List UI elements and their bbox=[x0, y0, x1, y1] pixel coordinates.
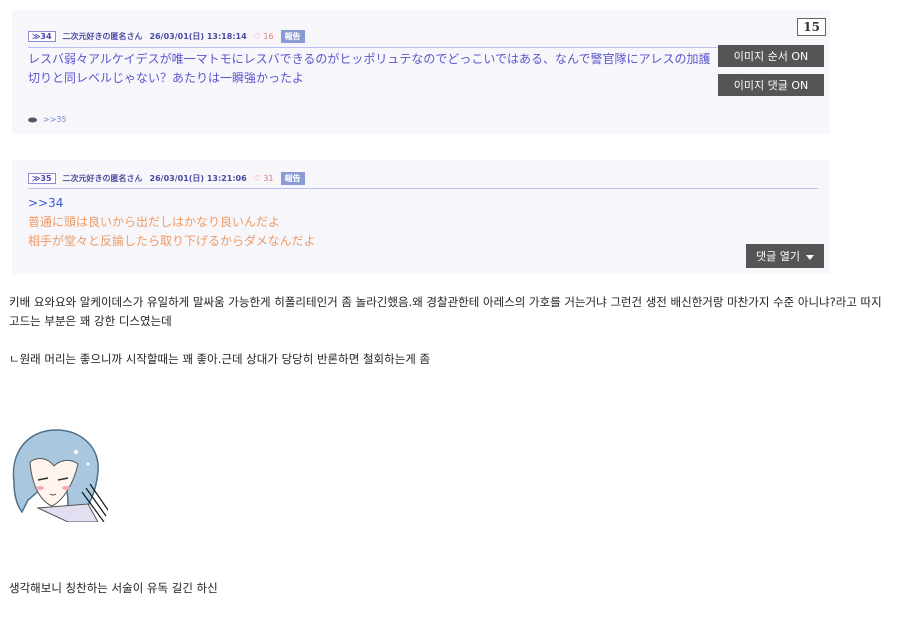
reply-footer: >>35 bbox=[28, 115, 67, 124]
post-screenshot-35: ≫35 二次元好きの匿名さん 26/03/01(日) 13:21:06 ♡ 31… bbox=[12, 160, 830, 274]
post-header: ≫35 二次元好きの匿名さん 26/03/01(日) 13:21:06 ♡ 31… bbox=[28, 172, 305, 185]
poster-name: 二次元好きの匿名さん bbox=[62, 174, 143, 183]
report-button[interactable]: 報告 bbox=[280, 172, 305, 185]
post-line: 相手が堂々と反論したら取り下げるからダメなんだよ bbox=[28, 234, 316, 248]
like-count[interactable]: ♡ 31 bbox=[254, 174, 274, 183]
post-line: レスバ弱々アルケイデスが唯一マトモにレスバできるのがヒッポリュテなのでどっこいで… bbox=[28, 52, 711, 66]
post-datetime: 26/03/01(日) 13:18:14 bbox=[149, 32, 247, 41]
divider bbox=[28, 188, 818, 189]
image-order-toggle[interactable]: 이미지 순서 ON bbox=[718, 45, 824, 67]
poster-name: 二次元好きの匿名さん bbox=[62, 32, 143, 41]
body-paragraph: 생각해보니 칭찬하는 서술이 유독 길긴 하신 bbox=[9, 581, 218, 595]
post-body: >>34 普通に頭は良いから出だしはかなり良いんだよ 相手が堂々と反論したら取り… bbox=[28, 194, 316, 251]
post-line: 切りと同レベルじゃない？あたりは一瞬強かったよ bbox=[28, 71, 305, 85]
post-line: 普通に頭は良いから出だしはかなり良いんだよ bbox=[28, 215, 281, 229]
like-count[interactable]: ♡ 16 bbox=[254, 32, 274, 41]
body-paragraph: ㄴ원래 머리는 좋으니까 시작할때는 꽤 좋아.근데 상대가 당당히 반론하면 … bbox=[9, 352, 431, 366]
caret-down-icon bbox=[806, 254, 814, 260]
body-paragraph: 키배 요와요와 알케이데스가 유일하게 말싸움 가능한게 히폴리테인거 좀 놀라… bbox=[9, 295, 882, 328]
open-comments-button[interactable]: 댓글 열기 bbox=[746, 244, 824, 268]
res-number[interactable]: ≫34 bbox=[28, 31, 56, 42]
image-counter: 15 bbox=[797, 18, 826, 36]
anime-character-image bbox=[12, 429, 108, 522]
report-button[interactable]: 報告 bbox=[280, 30, 305, 43]
post-header: ≫34 二次元好きの匿名さん 26/03/01(日) 13:18:14 ♡ 16… bbox=[28, 30, 305, 43]
reply-link[interactable]: >>35 bbox=[43, 115, 67, 124]
res-number[interactable]: ≫35 bbox=[28, 173, 56, 184]
eye-icon bbox=[28, 117, 37, 122]
divider bbox=[28, 47, 818, 48]
quote-link[interactable]: >>34 bbox=[28, 194, 316, 213]
post-screenshot-34: ≫34 二次元好きの匿名さん 26/03/01(日) 13:18:14 ♡ 16… bbox=[12, 10, 830, 134]
image-comment-toggle[interactable]: 이미지 댓글 ON bbox=[718, 74, 824, 96]
open-comments-label: 댓글 열기 bbox=[756, 250, 800, 263]
post-body: レスバ弱々アルケイデスが唯一マトモにレスバできるのがヒッポリュテなのでどっこいで… bbox=[28, 50, 710, 88]
post-datetime: 26/03/01(日) 13:21:06 bbox=[149, 174, 247, 183]
